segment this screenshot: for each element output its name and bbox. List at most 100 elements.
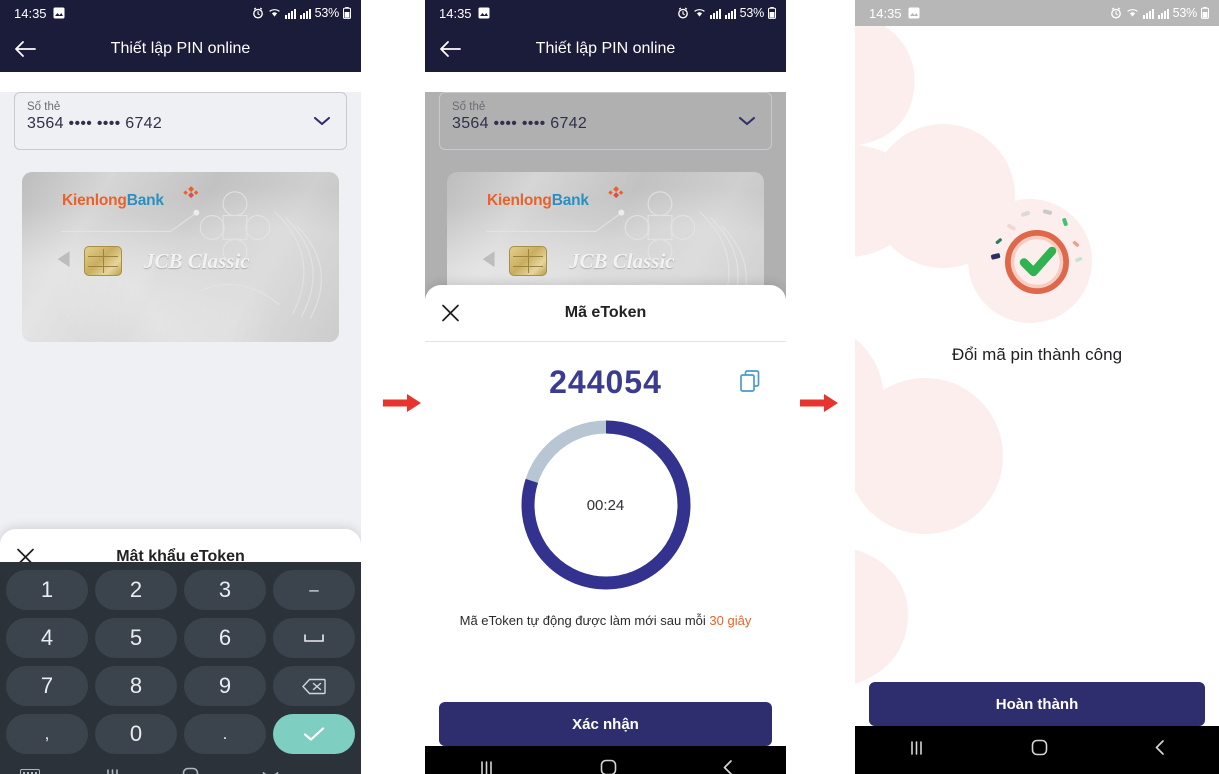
screen-body: Số thẻ 3564 •••• •••• 6742 KienlongBank … xyxy=(425,92,786,774)
phone-screen-3: 14:35 53% Đổi mã pin thành công Hoàn thà… xyxy=(855,0,1219,774)
refresh-note: Mã eToken tự động được làm mới sau mỗi 3… xyxy=(425,595,786,628)
countdown-ring: 00:24 xyxy=(516,415,696,595)
battery-icon xyxy=(768,7,776,19)
wifi-icon xyxy=(268,9,280,17)
back-arrow-icon[interactable] xyxy=(14,40,36,58)
home-icon[interactable] xyxy=(600,759,617,774)
status-bar-left: 14:35 xyxy=(869,6,920,21)
battery-percent: 53% xyxy=(314,6,340,20)
keyboard-icon[interactable] xyxy=(20,768,42,774)
bank-logo-part2: Bank xyxy=(126,192,164,209)
battery-percent: 53% xyxy=(739,6,765,20)
signal-icon xyxy=(299,8,311,19)
app-bar: Thiết lập PIN online xyxy=(425,26,786,72)
key-4[interactable]: 4 xyxy=(6,618,88,658)
phone-screen-1: 14:35 53% Thiết lập PIN online Số thẻ 35… xyxy=(0,0,361,774)
alarm-icon xyxy=(1110,7,1121,19)
key-3[interactable]: 3 xyxy=(184,570,266,610)
key-8[interactable]: 8 xyxy=(95,666,177,706)
status-bar-right: 53% xyxy=(1110,6,1209,20)
confirm-button[interactable]: Xác nhận xyxy=(439,702,772,746)
close-icon[interactable] xyxy=(441,304,460,323)
battery-icon xyxy=(343,7,351,19)
signal-icon xyxy=(1142,8,1154,19)
chevron-down-icon[interactable] xyxy=(737,115,757,127)
keypad-row: 7 8 9 xyxy=(6,666,355,706)
card-brand-label: JCB Classic xyxy=(144,249,250,273)
image-icon xyxy=(53,7,65,19)
signal-icon xyxy=(724,8,736,19)
status-bar: 14:35 53% xyxy=(425,0,786,26)
key-7[interactable]: 7 xyxy=(6,666,88,706)
card-select-field[interactable]: Số thẻ 3564 •••• •••• 6742 xyxy=(439,92,772,150)
bank-logo-part2: Bank xyxy=(551,192,589,209)
back-icon[interactable] xyxy=(1154,739,1166,761)
success-check-icon xyxy=(987,206,1087,306)
key-comma[interactable]: , xyxy=(6,714,88,754)
status-time: 14:35 xyxy=(869,5,902,21)
right-arrow-icon xyxy=(800,394,838,412)
card-select-field[interactable]: Số thẻ 3564 •••• •••• 6742 xyxy=(14,92,347,150)
key-dash[interactable]: – xyxy=(273,570,355,610)
card-number-value: 3564 •••• •••• 6742 xyxy=(27,115,163,132)
back-icon[interactable] xyxy=(722,759,734,774)
image-icon xyxy=(478,7,490,19)
status-bar-right: 53% xyxy=(252,6,351,20)
back-arrow-icon[interactable] xyxy=(439,40,461,58)
key-1[interactable]: 1 xyxy=(6,570,88,610)
countdown-ring-wrap: 00:24 xyxy=(425,401,786,595)
bank-logomark-icon xyxy=(183,186,199,199)
sheet-header: Mã eToken xyxy=(425,285,786,341)
page-title: Thiết lập PIN online xyxy=(535,40,676,57)
alarm-icon xyxy=(252,7,263,19)
enter-key-check-icon[interactable] xyxy=(273,714,355,754)
status-bar-right: 53% xyxy=(677,6,776,20)
alarm-icon xyxy=(677,7,688,19)
key-9[interactable]: 9 xyxy=(184,666,266,706)
phone-screen-2: 14:35 53% Thiết lập PIN online Số thẻ 35… xyxy=(425,0,786,774)
key-5[interactable]: 5 xyxy=(95,618,177,658)
signal-icon xyxy=(1157,8,1169,19)
card-chip-icon xyxy=(509,246,547,276)
right-arrow-icon xyxy=(383,394,421,412)
success-screen-body: Đổi mã pin thành công Hoàn thành xyxy=(855,26,1219,774)
etoken-code-sheet: Mã eToken 244054 00:24 Mã eToken tự động… xyxy=(425,285,786,774)
decorative-background xyxy=(855,26,1092,684)
status-time: 14:35 xyxy=(14,5,47,21)
otp-row: 244054 xyxy=(425,342,786,401)
recents-icon[interactable] xyxy=(478,760,495,774)
confirm-button-area: Xác nhận xyxy=(425,702,786,746)
key-period[interactable]: . xyxy=(184,714,266,754)
backspace-icon[interactable] xyxy=(273,666,355,706)
transition-arrow-2 xyxy=(800,392,840,414)
battery-percent: 53% xyxy=(1172,6,1198,20)
home-icon[interactable] xyxy=(1031,739,1048,761)
bank-logo: KienlongBank xyxy=(487,192,589,210)
recents-icon[interactable] xyxy=(104,768,121,774)
success-title: Đổi mã pin thành công xyxy=(951,345,1123,364)
keypad-row: 4 5 6 xyxy=(6,618,355,658)
bank-logo-part1: Kienlong xyxy=(487,192,552,209)
bank-logo-part1: Kienlong xyxy=(62,192,127,209)
key-2[interactable]: 2 xyxy=(95,570,177,610)
status-bar: 14:35 53% xyxy=(855,0,1219,26)
recents-icon[interactable] xyxy=(908,740,925,761)
refresh-note-highlight: 30 giây xyxy=(709,613,752,628)
card-number-value: 3564 •••• •••• 6742 xyxy=(452,115,588,132)
chevron-down-icon[interactable] xyxy=(312,115,332,127)
copy-icon[interactable] xyxy=(740,370,760,392)
key-space[interactable] xyxy=(273,618,355,658)
done-button[interactable]: Hoàn thành xyxy=(869,682,1205,726)
system-nav-bar xyxy=(425,746,786,774)
home-icon[interactable] xyxy=(182,767,199,774)
collapse-keyboard-icon[interactable] xyxy=(261,769,280,774)
wifi-icon xyxy=(1126,9,1138,17)
key-0[interactable]: 0 xyxy=(95,714,177,754)
status-time: 14:35 xyxy=(439,5,472,21)
app-bar: Thiết lập PIN online xyxy=(0,26,361,72)
battery-icon xyxy=(1201,7,1209,19)
otp-code: 244054 xyxy=(549,364,662,400)
refresh-note-prefix: Mã eToken tự động được làm mới sau mỗi xyxy=(459,613,710,628)
key-6[interactable]: 6 xyxy=(184,618,266,658)
screenshot-stage: 14:35 53% Thiết lập PIN online Số thẻ 35… xyxy=(0,0,1219,774)
